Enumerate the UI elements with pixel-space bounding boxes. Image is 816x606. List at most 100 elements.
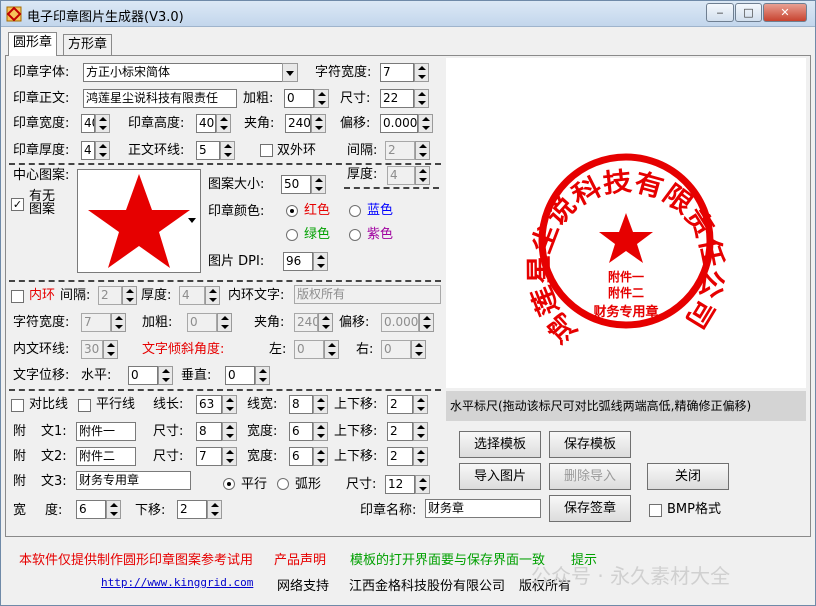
inner-bold-input[interactable]: 0 bbox=[187, 313, 217, 332]
color-purple-radio[interactable] bbox=[349, 229, 361, 241]
att1-width-spinner[interactable] bbox=[313, 422, 328, 441]
att2-width-spinner[interactable] bbox=[313, 447, 328, 466]
offset-spinner[interactable] bbox=[418, 114, 433, 133]
font-dropdown-arrow[interactable] bbox=[282, 63, 298, 82]
line-ud-spinner[interactable] bbox=[413, 395, 428, 414]
att2-ud-input[interactable]: 2 bbox=[387, 447, 413, 466]
att1-size-input[interactable]: 8 bbox=[196, 422, 222, 441]
bottom-width-input[interactable]: 6 bbox=[76, 500, 106, 519]
has-pattern-checkbox[interactable]: ✓ bbox=[11, 198, 24, 211]
gap-input[interactable]: 2 bbox=[385, 141, 415, 160]
inner-bold-spinner[interactable] bbox=[217, 313, 232, 332]
char-width-input[interactable]: 7 bbox=[380, 63, 414, 82]
save-signature-button[interactable]: 保存签章 bbox=[549, 495, 631, 522]
seal-height-spinner[interactable] bbox=[216, 114, 231, 133]
tab-round-seal[interactable]: 圆形章 bbox=[8, 32, 58, 56]
char-width-spinner[interactable] bbox=[414, 63, 429, 82]
att2-size-spinner[interactable] bbox=[222, 447, 237, 466]
minimize-button[interactable]: ‒ bbox=[706, 3, 734, 22]
line-width-spinner[interactable] bbox=[313, 395, 328, 414]
size-spinner[interactable] bbox=[414, 89, 429, 108]
att3-size-spinner[interactable] bbox=[415, 475, 430, 494]
tilt-right-input[interactable]: 0 bbox=[381, 340, 411, 359]
line-length-spinner[interactable] bbox=[222, 395, 237, 414]
att1-ud-input[interactable]: 2 bbox=[387, 422, 413, 441]
att2-width-input[interactable]: 6 bbox=[289, 447, 313, 466]
seal-width-spinner[interactable] bbox=[95, 114, 110, 133]
thickness-input[interactable]: 4 bbox=[81, 141, 95, 160]
seal-width-input[interactable]: 40 bbox=[81, 114, 95, 133]
color-blue-radio[interactable] bbox=[349, 205, 361, 217]
down-shift-spinner[interactable] bbox=[207, 500, 222, 519]
offset-input[interactable]: 0.000 bbox=[380, 114, 418, 133]
dpi-spinner[interactable] bbox=[313, 252, 328, 271]
att1-width-input[interactable]: 6 bbox=[289, 422, 313, 441]
maximize-button[interactable]: □ bbox=[735, 3, 762, 22]
inner-ring-line-spinner[interactable] bbox=[103, 340, 118, 359]
att3-parallel-radio[interactable] bbox=[223, 478, 235, 490]
att1-input[interactable]: 附件一 bbox=[76, 422, 136, 441]
inner-gap-spinner[interactable] bbox=[122, 286, 137, 305]
inner-thick-input[interactable]: 4 bbox=[179, 286, 205, 305]
bottom-width-spinner[interactable] bbox=[106, 500, 121, 519]
contrast-line-checkbox[interactable] bbox=[11, 399, 24, 412]
font-select[interactable]: 方正小标宋简体 bbox=[83, 63, 283, 82]
down-shift-input[interactable]: 2 bbox=[177, 500, 207, 519]
parallel-line-checkbox[interactable] bbox=[78, 399, 91, 412]
shift-v-spinner[interactable] bbox=[255, 366, 270, 385]
inner-text-input[interactable]: 版权所有 bbox=[294, 285, 441, 304]
select-template-button[interactable]: 选择模板 bbox=[459, 431, 541, 458]
att2-size-input[interactable]: 7 bbox=[196, 447, 222, 466]
thickness-spinner[interactable] bbox=[95, 141, 110, 160]
inner-ring-checkbox[interactable] bbox=[11, 290, 24, 303]
product-statement-link[interactable]: 产品声明 bbox=[274, 549, 326, 568]
seal-text-input[interactable]: 鸿莲星尘说科技有限责任 bbox=[83, 89, 237, 108]
att1-ud-spinner[interactable] bbox=[413, 422, 428, 441]
tab-square-seal[interactable]: 方形章 bbox=[63, 34, 113, 55]
close-window-button[interactable]: ✕ bbox=[763, 3, 807, 22]
att1-size-spinner[interactable] bbox=[222, 422, 237, 441]
pattern-size-input[interactable]: 50 bbox=[281, 175, 311, 194]
double-ring-checkbox[interactable] bbox=[260, 144, 273, 157]
size-input[interactable]: 22 bbox=[380, 89, 414, 108]
att3-arc-radio[interactable] bbox=[277, 478, 289, 490]
seal-height-input[interactable]: 40 bbox=[196, 114, 216, 133]
inner-cw-input[interactable]: 7 bbox=[81, 313, 111, 332]
angle-spinner[interactable] bbox=[311, 114, 326, 133]
inner-angle-spinner[interactable] bbox=[318, 313, 333, 332]
inner-ring-line-input[interactable]: 30 bbox=[81, 340, 103, 359]
shift-v-input[interactable]: 0 bbox=[225, 366, 255, 385]
pattern-size-spinner[interactable] bbox=[311, 175, 326, 194]
inner-gap-input[interactable]: 2 bbox=[98, 286, 122, 305]
att2-input[interactable]: 附件二 bbox=[76, 447, 136, 466]
gap-spinner[interactable] bbox=[415, 141, 430, 160]
color-red-radio[interactable] bbox=[286, 205, 298, 217]
angle-input[interactable]: 240 bbox=[285, 114, 311, 133]
inner-offset-spinner[interactable] bbox=[419, 313, 434, 332]
inner-cw-spinner[interactable] bbox=[111, 313, 126, 332]
shift-h-spinner[interactable] bbox=[158, 366, 173, 385]
shift-h-input[interactable]: 0 bbox=[128, 366, 158, 385]
ring-thickness-input[interactable]: 4 bbox=[387, 166, 415, 185]
bold-spinner[interactable] bbox=[314, 89, 329, 108]
ring-spinner[interactable] bbox=[220, 141, 235, 160]
close-button[interactable]: 关闭 bbox=[647, 463, 729, 490]
dpi-input[interactable]: 96 bbox=[283, 252, 313, 271]
save-template-button[interactable]: 保存模板 bbox=[549, 431, 631, 458]
line-ud-input[interactable]: 2 bbox=[387, 395, 413, 414]
line-length-input[interactable]: 63 bbox=[196, 395, 222, 414]
line-width-input[interactable]: 8 bbox=[289, 395, 313, 414]
ring-input[interactable]: 5 bbox=[196, 141, 220, 160]
pattern-dropdown-arrow[interactable] bbox=[185, 211, 201, 230]
import-image-button[interactable]: 导入图片 bbox=[459, 463, 541, 490]
seal-name-input[interactable]: 财务章 bbox=[425, 499, 541, 518]
website-link[interactable]: http://www.kinggrid.com bbox=[101, 576, 253, 589]
att3-size-input[interactable]: 12 bbox=[385, 475, 415, 494]
tilt-left-spinner[interactable] bbox=[324, 340, 339, 359]
horizontal-ruler[interactable]: 水平标尺(拖动该标尺可对比弧线两端高低,精确修正偏移) bbox=[446, 391, 806, 421]
inner-offset-input[interactable]: 0.000 bbox=[381, 313, 419, 332]
tilt-left-input[interactable]: 0 bbox=[294, 340, 324, 359]
att2-ud-spinner[interactable] bbox=[413, 447, 428, 466]
inner-thick-spinner[interactable] bbox=[205, 286, 220, 305]
bold-input[interactable]: 0 bbox=[284, 89, 314, 108]
